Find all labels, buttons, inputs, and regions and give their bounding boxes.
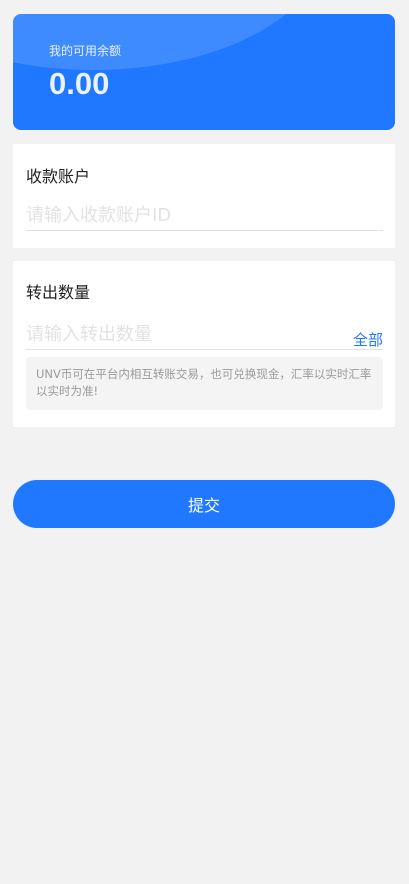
account-section: 收款账户 bbox=[13, 144, 395, 248]
account-id-input[interactable] bbox=[26, 201, 383, 231]
account-title: 收款账户 bbox=[26, 167, 91, 186]
submit-button[interactable]: 提交 bbox=[13, 480, 395, 528]
balance-value: 0.00 bbox=[49, 66, 110, 101]
balance-card: 我的可用余额 0.00 bbox=[13, 14, 395, 130]
transfer-notice: UNV币可在平台内相互转账交易，也可兑换现金，汇率以实时汇率以实时为准! bbox=[26, 357, 383, 410]
balance-label: 我的可用余额 bbox=[49, 44, 122, 58]
amount-title: 转出数量 bbox=[26, 283, 91, 302]
amount-section: 转出数量 全部 UNV币可在平台内相互转账交易，也可兑换现金，汇率以实时汇率以实… bbox=[13, 261, 395, 427]
amount-input[interactable] bbox=[26, 320, 383, 350]
all-button[interactable]: 全部 bbox=[353, 329, 383, 350]
